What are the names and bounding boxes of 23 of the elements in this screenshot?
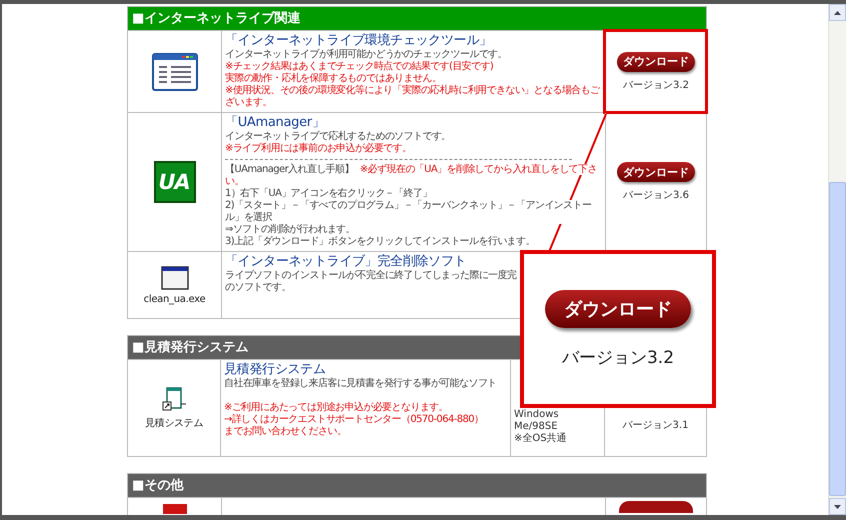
download-button[interactable]: ダウンロード — [617, 52, 695, 72]
description-text: ※チェック結果はあくまでチェック時点での結果です(目安です) — [225, 61, 494, 73]
download-button[interactable]: ダウンロード — [545, 290, 691, 328]
os-text: ※全OS共通 — [514, 433, 568, 445]
version-text: バージョン3.6 — [623, 189, 689, 202]
description-text: 自社在庫車を登録し来店客に見積書を発行する事が可能なソフト — [224, 378, 497, 390]
software-title[interactable]: 「インターネットライブ環境チェックツール」 — [225, 33, 492, 49]
section-header: ■その他 — [128, 474, 706, 497]
app-name: 見積システム — [144, 416, 204, 430]
software-title[interactable]: 「UAmanager」 — [225, 115, 325, 131]
software-title[interactable]: 見積発行システム — [224, 362, 326, 378]
version-text: バージョン3.2 — [623, 78, 689, 92]
software-title[interactable]: 「インターネットライブ」完全削除ソフト — [225, 254, 466, 270]
os-text: Me/98SE — [514, 421, 559, 432]
os-text: Windows — [514, 409, 560, 421]
section-header: ■インターネットライブ関連 — [128, 7, 706, 30]
file-name: clean_ua.exe — [144, 294, 206, 304]
description-text: 【UAmanager入れ直し手順】 ※必ず現在の「UA」を削除してから入れ直しをして下さい。 — [225, 164, 598, 188]
download-button[interactable]: ダウンロード — [617, 162, 695, 182]
ua-logo: UA — [154, 161, 196, 203]
description-text: ※使用状況、その後の環境変化等により「実際の応札時に利用できない」となる場合もございます。 — [225, 85, 602, 109]
description-text: ライブソフトのインストールが不完全に終了してしまった際に一度完 — [225, 270, 516, 282]
version-text: バージョン3.1 — [622, 419, 688, 432]
